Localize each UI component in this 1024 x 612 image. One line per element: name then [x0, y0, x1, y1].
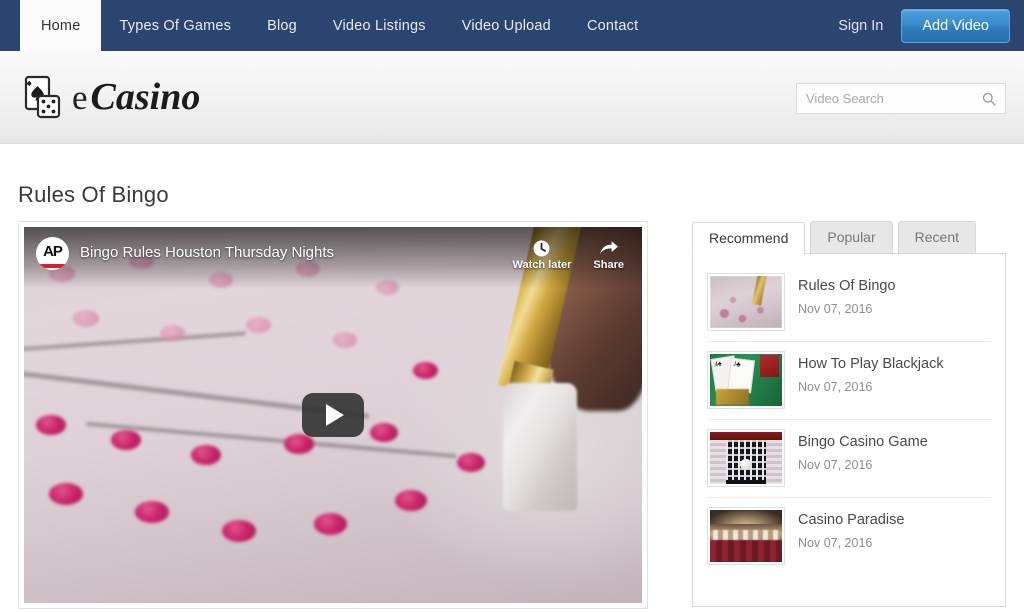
list-item-title[interactable]: Casino Paradise	[798, 511, 904, 529]
nav-actions-group: Sign In Add Video	[820, 0, 1024, 51]
video-player[interactable]: AP Bingo Rules Houston Thursday Nights W…	[24, 227, 642, 603]
page-body: Rules Of Bingo AP Bingo Rules Houston Th…	[0, 144, 1024, 612]
list-item[interactable]: Casino Paradise Nov 07, 2016	[707, 498, 991, 575]
logo-prefix: e	[72, 78, 88, 117]
nav-item-label: Types Of Games	[119, 17, 232, 34]
list-item-meta: Bingo Casino Game Nov 07, 2016	[798, 429, 928, 472]
list-item-date: Nov 07, 2016	[798, 302, 873, 317]
clock-icon	[532, 237, 551, 259]
sign-in-link[interactable]: Sign In	[820, 18, 901, 34]
watch-later-label: Watch later	[512, 259, 572, 271]
watch-later-button[interactable]: Watch later	[512, 237, 572, 271]
video-thumbnail	[707, 273, 785, 331]
video-thumbnail	[707, 429, 785, 487]
nav-item-home[interactable]: Home	[20, 0, 102, 51]
ap-channel-avatar[interactable]: AP	[36, 237, 69, 270]
play-button-icon[interactable]	[302, 393, 364, 437]
list-item[interactable]: 4♠ J♣ How To Play Blackjack Nov 07, 2016	[707, 342, 991, 420]
ap-badge-bar	[40, 264, 65, 268]
list-item-title[interactable]: Bingo Casino Game	[798, 433, 928, 451]
nav-item-label: Video Listings	[332, 17, 426, 34]
top-navigation-bar: Home Types Of Games Blog Video Listings …	[0, 0, 1024, 51]
share-label: Share	[593, 259, 624, 271]
list-item-date: Nov 07, 2016	[798, 380, 873, 395]
logo-name: Casino	[90, 76, 201, 118]
casino-interior-thumbnail	[710, 510, 782, 562]
video-player-frame: AP Bingo Rules Houston Thursday Nights W…	[18, 221, 648, 609]
nav-item-label: Video Upload	[461, 17, 551, 34]
video-top-overlay: AP Bingo Rules Houston Thursday Nights W…	[24, 227, 642, 289]
list-item[interactable]: Bingo Casino Game Nov 07, 2016	[707, 420, 991, 498]
nav-item-label: Blog	[267, 17, 297, 34]
nav-item-video-upload[interactable]: Video Upload	[444, 0, 569, 51]
ap-badge-label: AP	[43, 243, 63, 260]
sidebar-tabs: Recommend Popular Recent	[692, 221, 1006, 255]
site-header: e Casino	[0, 51, 1024, 144]
logo-wordmark: e Casino	[72, 78, 200, 116]
list-item-meta: Casino Paradise Nov 07, 2016	[798, 507, 904, 550]
search-input[interactable]	[806, 91, 982, 106]
page-title: Rules Of Bingo	[18, 182, 169, 207]
nav-item-label: Home	[41, 17, 81, 34]
video-sidebar: Recommend Popular Recent Rules Of Bingo …	[692, 221, 1006, 607]
video-title[interactable]: Bingo Rules Houston Thursday Nights	[80, 244, 334, 261]
list-item-meta: How To Play Blackjack Nov 07, 2016	[798, 351, 944, 394]
list-item-date: Nov 07, 2016	[798, 536, 873, 551]
nav-item-video-listings[interactable]: Video Listings	[315, 0, 444, 51]
video-thumbnail: 4♠ J♣	[707, 351, 785, 409]
playing-card-and-dice-icon	[18, 73, 66, 121]
video-actions-group: Watch later Share	[513, 237, 628, 271]
list-item-title[interactable]: Rules Of Bingo	[798, 277, 896, 295]
list-item-title[interactable]: How To Play Blackjack	[798, 355, 944, 373]
list-item[interactable]: Rules Of Bingo Nov 07, 2016	[707, 264, 991, 342]
list-item-meta: Rules Of Bingo Nov 07, 2016	[798, 273, 896, 316]
search-icon[interactable]	[982, 92, 996, 106]
nav-item-contact[interactable]: Contact	[569, 0, 656, 51]
add-video-button[interactable]: Add Video	[901, 8, 1010, 43]
sidebar-tab-panel: Rules Of Bingo Nov 07, 2016 4♠ J♣ How To…	[692, 253, 1006, 607]
video-search-box[interactable]	[796, 83, 1006, 114]
list-item-date: Nov 07, 2016	[798, 458, 873, 473]
bingo-board-thumbnail	[710, 432, 782, 484]
share-button[interactable]: Share	[593, 237, 624, 271]
nav-item-label: Contact	[586, 17, 639, 34]
nav-item-types-of-games[interactable]: Types Of Games	[101, 0, 249, 51]
blackjack-table-thumbnail: 4♠ J♣	[710, 354, 782, 406]
bingo-cards-thumbnail	[710, 276, 782, 328]
video-thumbnail	[707, 507, 785, 565]
tab-popular[interactable]: Popular	[810, 221, 893, 254]
nav-item-blog[interactable]: Blog	[249, 0, 315, 51]
tab-recent[interactable]: Recent	[897, 221, 976, 254]
tab-recommend[interactable]: Recommend	[692, 222, 806, 255]
share-arrow-icon	[599, 237, 619, 259]
site-logo[interactable]: e Casino	[18, 73, 200, 121]
play-triangle	[326, 404, 344, 426]
nav-items-group: Home Types Of Games Blog Video Listings …	[0, 0, 656, 51]
